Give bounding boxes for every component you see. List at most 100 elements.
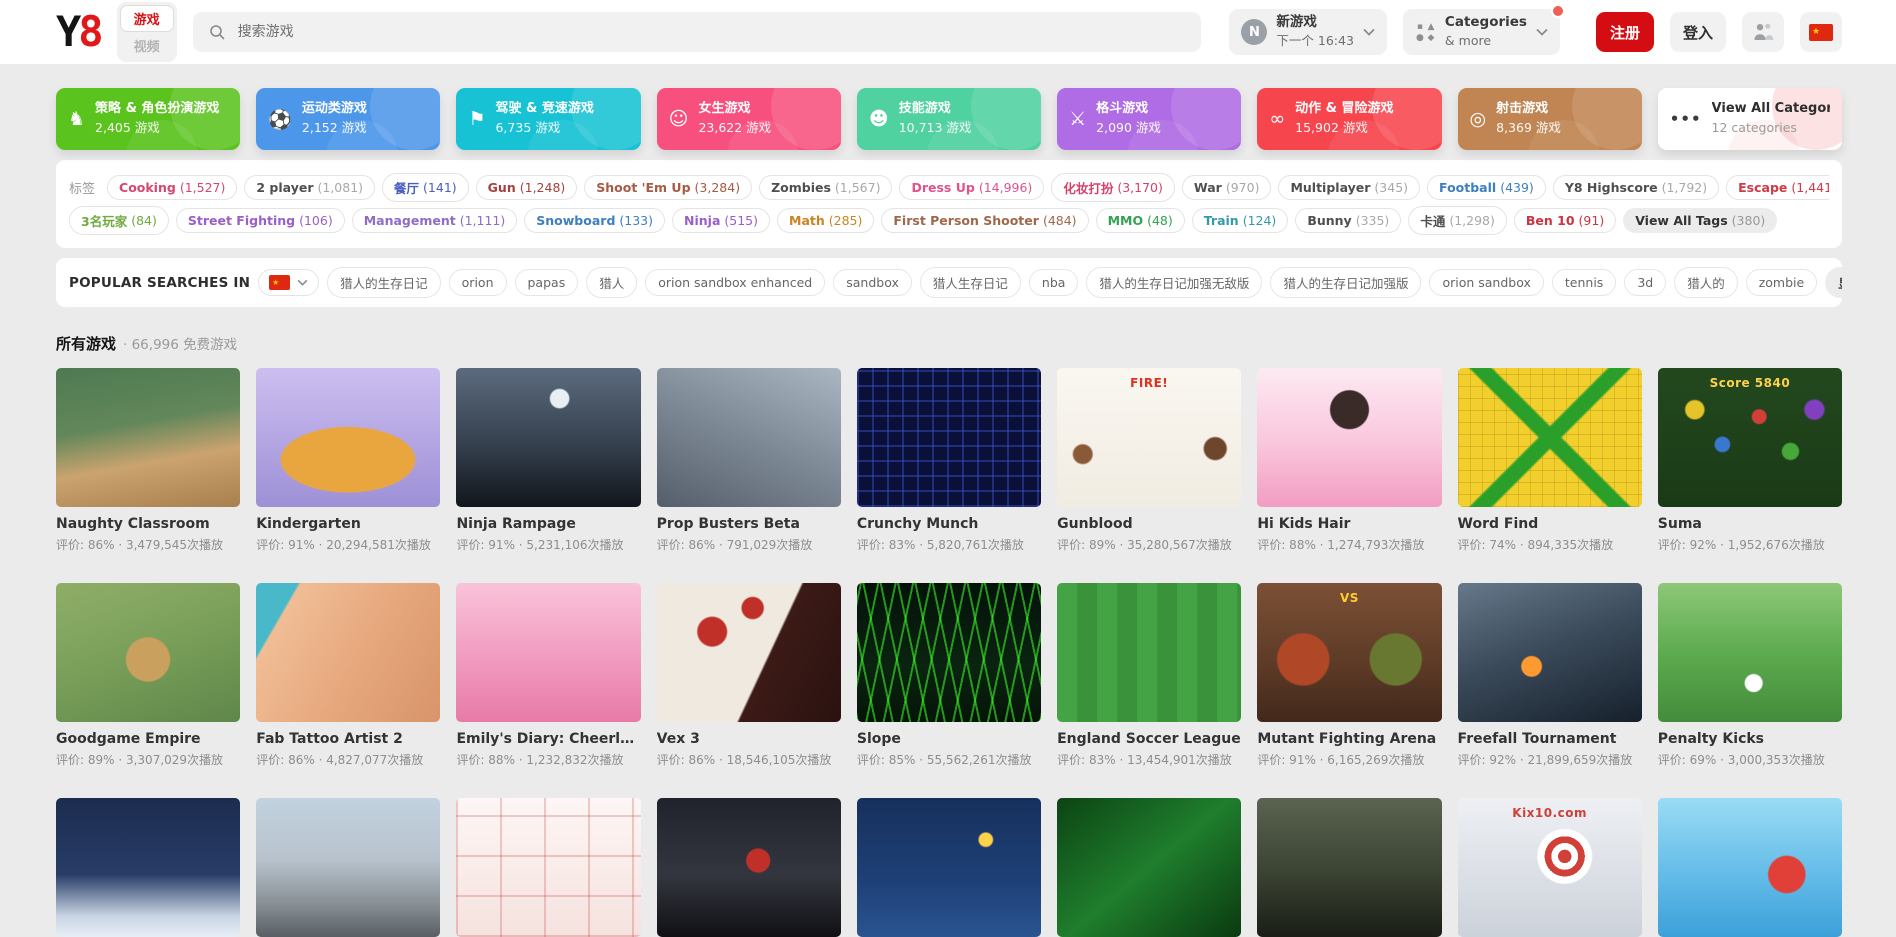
- game-title[interactable]: Gunblood: [1057, 516, 1241, 532]
- game-card[interactable]: Slope 评价: 85% · 55,562,261次播放: [856, 583, 1042, 768]
- search-term-pill[interactable]: 猎人生存日记: [919, 267, 1021, 298]
- game-thumbnail[interactable]: [56, 798, 241, 937]
- game-card[interactable]: Naughty Classroom 评价: 86% · 3,479,545次播放: [56, 368, 241, 553]
- tag-pill[interactable]: Escape(1,441): [1726, 175, 1829, 200]
- game-title[interactable]: Ninja Rampage: [456, 516, 640, 532]
- game-thumbnail[interactable]: [1457, 368, 1642, 507]
- game-card[interactable]: Score 5840 Suma 评价: 92% · 1,952,676次播放: [1657, 368, 1842, 553]
- tag-pill[interactable]: Street Fighting (106): [175, 208, 345, 233]
- game-title[interactable]: Slope: [857, 731, 1041, 747]
- category-pill[interactable]: ⚽ 运动类游戏 2,152 游戏: [256, 88, 441, 150]
- search-term-pill[interactable]: zombie: [1745, 269, 1818, 296]
- game-thumbnail[interactable]: [1057, 798, 1242, 937]
- game-title[interactable]: Kindergarten: [256, 516, 440, 532]
- game-thumbnail[interactable]: [1257, 368, 1442, 507]
- new-games-dropdown[interactable]: N 新游戏 下一个 16:43: [1229, 9, 1387, 55]
- category-pill[interactable]: ⚔ 格斗游戏 2,090 游戏: [1057, 88, 1242, 150]
- game-thumbnail[interactable]: [856, 368, 1042, 507]
- game-title[interactable]: Emily's Diary: Cheerleade...: [456, 731, 640, 747]
- game-title[interactable]: Hi Kids Hair: [1257, 516, 1441, 532]
- game-title[interactable]: Crunchy Munch: [857, 516, 1041, 532]
- game-title[interactable]: Vex 3: [657, 731, 841, 747]
- search-term-pill[interactable]: orion sandbox: [1429, 269, 1544, 296]
- category-pill[interactable]: ⚑ 驾驶 & 竞速游戏 6,735 游戏: [456, 88, 641, 150]
- game-title[interactable]: Penalty Kicks: [1658, 731, 1842, 747]
- profile-button[interactable]: [1742, 12, 1784, 52]
- category-pill[interactable]: ☻ 技能游戏 10,713 游戏: [856, 88, 1042, 150]
- search-term-pill[interactable]: 3d: [1624, 269, 1667, 296]
- game-title[interactable]: Freefall Tournament: [1458, 731, 1642, 747]
- category-pill[interactable]: ☺ 女生游戏 23,622 游戏: [656, 88, 841, 150]
- tag-pill[interactable]: War (970): [1181, 175, 1272, 200]
- tag-pill[interactable]: 卡通 (1,298): [1408, 206, 1507, 235]
- game-thumbnail[interactable]: [656, 368, 841, 507]
- game-card[interactable]: Emily's Diary: Cheerleade... 评价: 88% · 1…: [456, 583, 641, 768]
- game-card[interactable]: Prop Busters Beta 评价: 86% · 791,029次播放: [656, 368, 841, 553]
- game-thumbnail[interactable]: Kix10.com: [1457, 798, 1642, 937]
- tag-pill[interactable]: Ben 10 (91): [1513, 208, 1617, 233]
- game-card[interactable]: [856, 798, 1042, 937]
- tag-pill[interactable]: Multiplayer (345): [1278, 175, 1421, 200]
- game-thumbnail[interactable]: [256, 368, 441, 507]
- tag-pill[interactable]: Management (1,111): [351, 208, 518, 233]
- game-card[interactable]: Word Find 评价: 74% · 894,335次播放: [1457, 368, 1642, 553]
- game-card[interactable]: Ninja Rampage 评价: 91% · 5,231,106次播放: [456, 368, 641, 553]
- game-title[interactable]: Prop Busters Beta: [657, 516, 841, 532]
- game-card[interactable]: [256, 798, 441, 937]
- category-pill[interactable]: ◎ 射击游戏 8,369 游戏: [1457, 88, 1642, 150]
- game-title[interactable]: Naughty Classroom: [56, 516, 240, 532]
- game-card[interactable]: [456, 798, 641, 937]
- search-term-pill[interactable]: sandbox: [833, 269, 912, 296]
- game-card[interactable]: [1257, 798, 1442, 937]
- categories-dropdown[interactable]: ▪ ▲ ● ◆ Categories & more: [1402, 4, 1565, 55]
- game-thumbnail[interactable]: Score 5840: [1657, 368, 1842, 507]
- game-card[interactable]: [656, 798, 841, 937]
- game-thumbnail[interactable]: [656, 583, 841, 722]
- tab-games[interactable]: 游戏: [119, 5, 174, 32]
- game-title[interactable]: Word Find: [1458, 516, 1642, 532]
- region-dropdown[interactable]: ★: [258, 269, 320, 296]
- view-all-categories-card[interactable]: ••• View All Categories 12 categories: [1657, 88, 1842, 150]
- game-card[interactable]: Hi Kids Hair 评价: 88% · 1,274,793次播放: [1257, 368, 1442, 553]
- search-term-pill[interactable]: orion sandbox enhanced: [645, 269, 826, 296]
- game-thumbnail[interactable]: [856, 798, 1042, 937]
- tag-pill[interactable]: First Person Shooter (484): [881, 208, 1089, 233]
- search-term-pill[interactable]: 猎人的生存日记加强版: [1270, 267, 1422, 298]
- y8-logo[interactable]: Y8: [56, 11, 104, 53]
- search-term-pill[interactable]: 猎人的生存日记加强无敌版: [1086, 267, 1263, 298]
- tag-pill[interactable]: Gun (1,248): [475, 175, 578, 200]
- tag-pill[interactable]: Math (285): [777, 208, 875, 233]
- game-thumbnail[interactable]: VS: [1257, 583, 1442, 722]
- game-card[interactable]: Kix10.com: [1457, 798, 1642, 937]
- game-thumbnail[interactable]: [256, 798, 441, 937]
- category-pill[interactable]: ♞ 策略 & 角色扮演游戏 2,405 游戏: [56, 88, 241, 150]
- game-thumbnail[interactable]: [456, 583, 641, 722]
- tag-pill[interactable]: Snowboard (133): [524, 208, 666, 233]
- search-term-pill[interactable]: 猎人的: [1674, 267, 1738, 298]
- game-card[interactable]: Freefall Tournament 评价: 92% · 21,899,659…: [1457, 583, 1642, 768]
- game-thumbnail[interactable]: [1457, 583, 1642, 722]
- game-title[interactable]: Fab Tattoo Artist 2: [256, 731, 440, 747]
- game-card[interactable]: Kindergarten 评价: 91% · 20,294,581次播放: [256, 368, 441, 553]
- game-thumbnail[interactable]: FIRE!: [1057, 368, 1242, 507]
- view-all-tags-button[interactable]: View All Tags (380): [1623, 208, 1778, 233]
- tag-pill[interactable]: 2 player (1,081): [244, 175, 376, 200]
- game-card[interactable]: Fab Tattoo Artist 2 评价: 86% · 4,827,077次…: [256, 583, 441, 768]
- search-term-pill[interactable]: nba: [1028, 269, 1079, 296]
- game-thumbnail[interactable]: [456, 368, 641, 507]
- tag-pill[interactable]: 餐厅 (141): [382, 173, 469, 202]
- game-thumbnail[interactable]: [56, 583, 241, 722]
- tag-pill[interactable]: Train (124): [1191, 208, 1289, 233]
- game-card[interactable]: Vex 3 评价: 86% · 18,546,105次播放: [656, 583, 841, 768]
- game-thumbnail[interactable]: [656, 798, 841, 937]
- tag-pill[interactable]: Football (439): [1427, 175, 1546, 200]
- game-thumbnail[interactable]: [1657, 583, 1842, 722]
- game-card[interactable]: Penalty Kicks 评价: 69% · 3,000,353次播放: [1657, 583, 1842, 768]
- search-term-pill[interactable]: 猎人: [586, 267, 638, 298]
- game-title[interactable]: Goodgame Empire: [56, 731, 240, 747]
- tag-pill[interactable]: MMO (48): [1095, 208, 1185, 233]
- search-input[interactable]: [235, 23, 1186, 41]
- game-thumbnail[interactable]: [1057, 583, 1242, 722]
- tag-pill[interactable]: Cooking (1,527): [107, 175, 238, 200]
- search-term-pill[interactable]: papas: [514, 269, 579, 296]
